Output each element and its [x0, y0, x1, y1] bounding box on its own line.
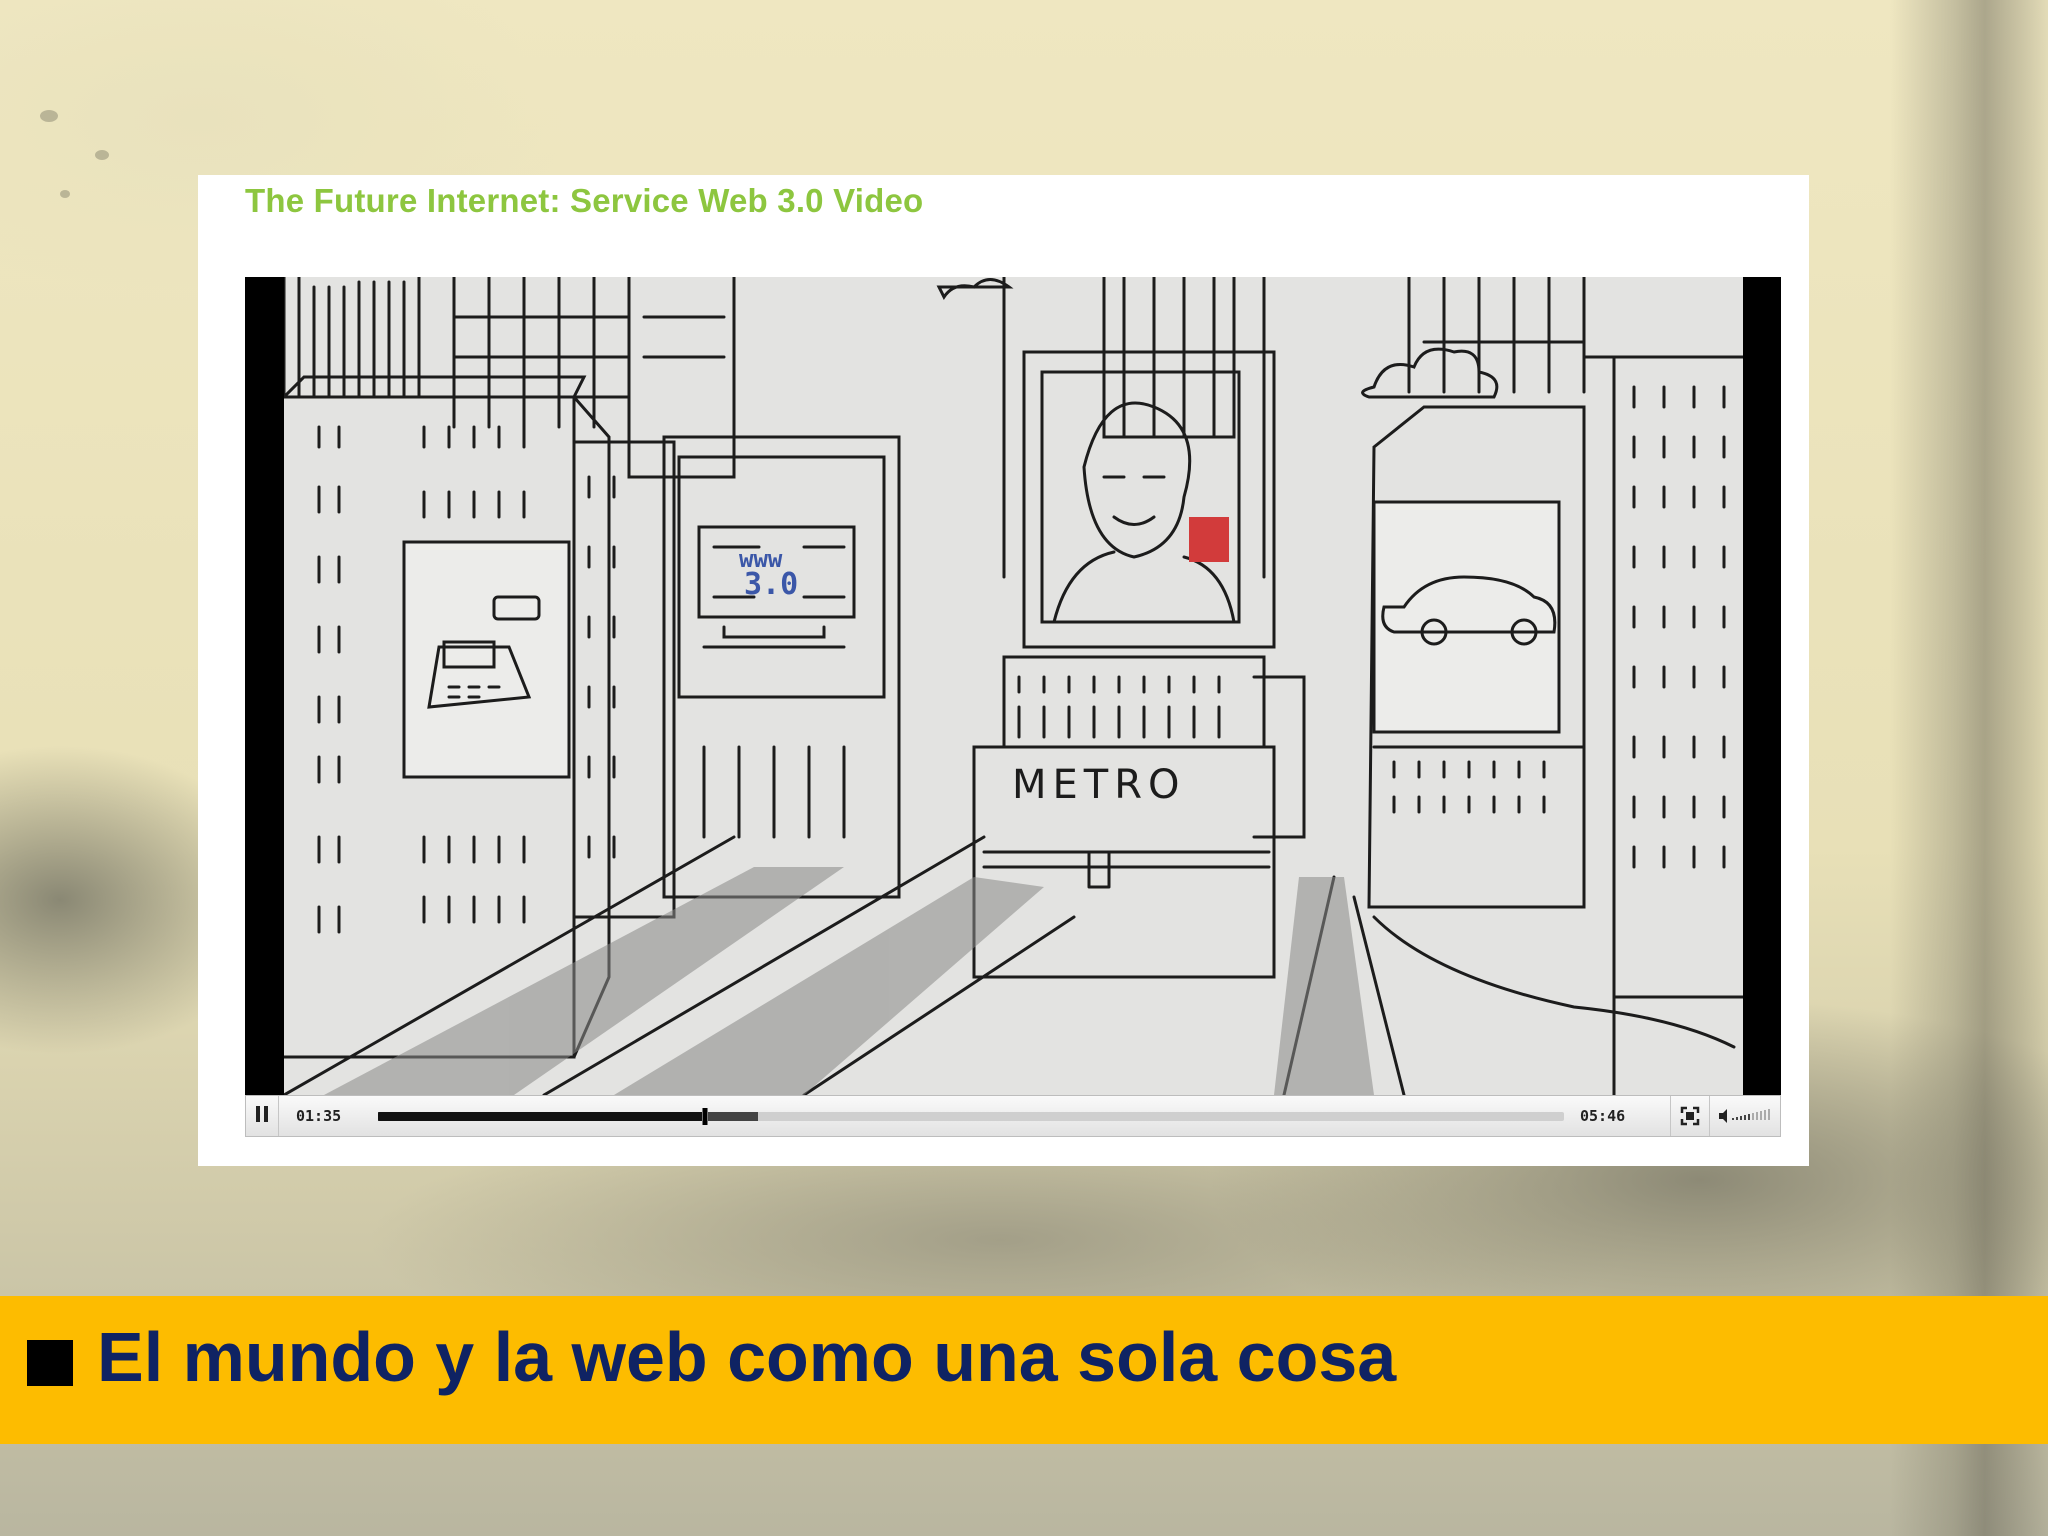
- billboard-text-version: 3.0: [744, 567, 799, 602]
- video-player[interactable]: www 3.0 METRO: [245, 277, 1781, 1095]
- video-title: The Future Internet: Service Web 3.0 Vid…: [245, 182, 924, 219]
- total-time: 05:46: [1580, 1107, 1626, 1125]
- volume-icon: [1719, 1109, 1770, 1123]
- progress-scrubber[interactable]: [378, 1108, 1564, 1125]
- played-bar: [378, 1112, 705, 1121]
- fullscreen-button[interactable]: [1670, 1096, 1710, 1136]
- video-control-bar: 01:35 05:46: [245, 1095, 1781, 1137]
- metro-sign: METRO: [1012, 762, 1186, 808]
- background-splash: [60, 190, 70, 198]
- current-time: 01:35: [296, 1107, 342, 1125]
- pause-button[interactable]: [246, 1096, 279, 1136]
- background-splash: [40, 110, 58, 122]
- pause-icon: [254, 1105, 270, 1127]
- square-bullet-icon: [27, 1340, 73, 1386]
- scrubber-handle[interactable]: [702, 1108, 709, 1125]
- volume-button[interactable]: [1712, 1096, 1778, 1136]
- city-sketch-illustration: [284, 277, 1743, 1095]
- slide-caption: El mundo y la web como una sola cosa: [97, 1318, 1397, 1396]
- video-frame-sketch[interactable]: www 3.0 METRO: [284, 277, 1743, 1095]
- video-panel: The Future Internet: Service Web 3.0 Vid…: [198, 175, 1809, 1166]
- fullscreen-icon: [1680, 1106, 1700, 1126]
- background-splash: [95, 150, 109, 160]
